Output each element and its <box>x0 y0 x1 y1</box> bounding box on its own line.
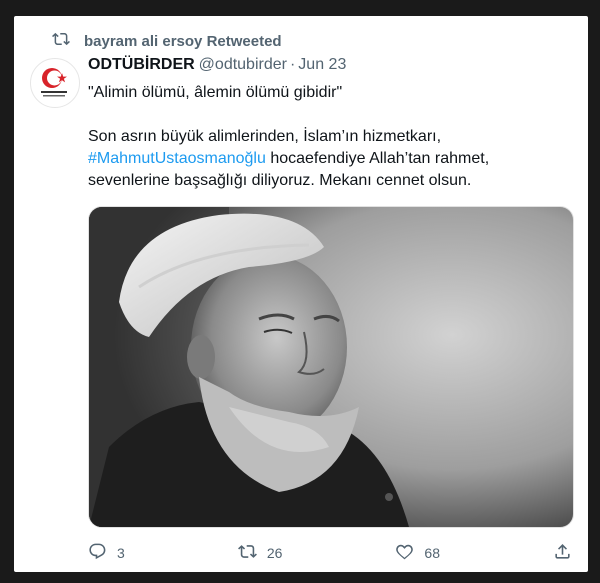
separator-dot: · <box>289 56 296 73</box>
share-button[interactable] <box>553 542 572 564</box>
tweet-photo[interactable] <box>88 206 574 528</box>
hashtag-link[interactable]: #MahmutUstaosmanoğlu <box>88 150 266 167</box>
tweet-quote-line: "Alimin ölümü, âlemin ölümü gibidir" <box>88 84 343 101</box>
reply-icon <box>88 542 107 564</box>
tweet-actions: 3 26 68 <box>88 542 572 564</box>
tweet-body-line-rest: hocaefendiye Allah’tan rahmet, <box>265 150 490 167</box>
user-handle[interactable]: @odtubirder <box>199 56 287 73</box>
avatar[interactable] <box>30 58 80 108</box>
retweet-icon <box>237 542 257 564</box>
tweet-card[interactable]: bayram ali ersoy Retweeted ODTÜBİRDER @od… <box>14 16 588 572</box>
heart-icon <box>395 542 414 564</box>
like-button[interactable]: 68 <box>395 542 440 564</box>
display-name[interactable]: ODTÜBİRDER <box>88 56 195 73</box>
retweet-context[interactable]: bayram ali ersoy Retweeted <box>52 30 282 52</box>
tweet-text: "Alimin ölümü, âlemin ölümü gibidir" Son… <box>88 82 568 192</box>
odtubirder-logo <box>41 68 67 97</box>
share-icon <box>553 542 572 564</box>
tweet-header: ODTÜBİRDER @odtubirder · Jun 23 <box>88 56 346 74</box>
tweet-date[interactable]: Jun 23 <box>298 56 346 73</box>
tweet-body-line: sevenlerine başsağlığı diliyoruz. Mekanı… <box>88 172 472 189</box>
retweet-context-label: bayram ali ersoy Retweeted <box>84 32 282 50</box>
retweet-count: 26 <box>266 545 283 561</box>
portrait-photo <box>89 207 573 527</box>
tweet-body-line-hashtag: #MahmutUstaosmanoğlu hocaefendiye Allah’… <box>88 148 568 170</box>
retweet-button[interactable]: 26 <box>237 542 283 564</box>
tweet-body-line: Son asrın büyük alimlerinden, İslam’ın h… <box>88 128 442 145</box>
like-count: 68 <box>424 545 440 561</box>
reply-button[interactable]: 3 <box>88 542 125 564</box>
retweet-icon <box>52 30 70 52</box>
reply-count: 3 <box>117 545 125 561</box>
